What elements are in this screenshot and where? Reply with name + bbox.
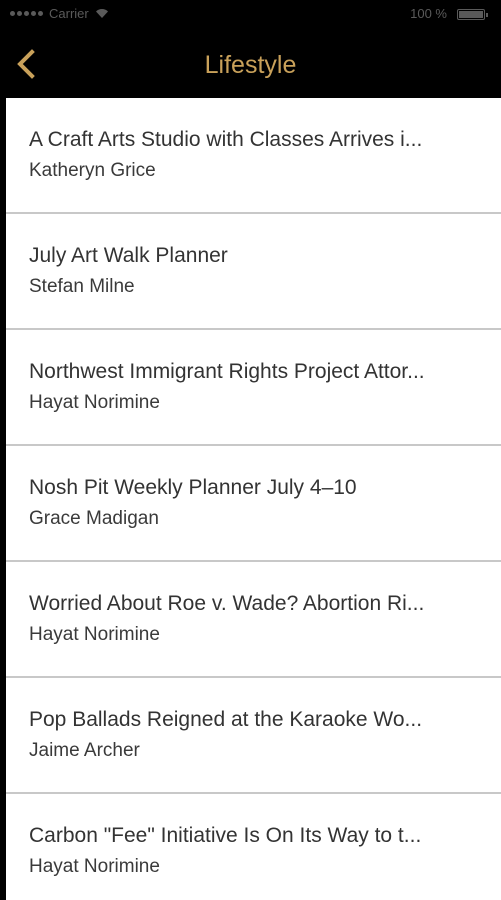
article-author: Grace Madigan bbox=[29, 508, 159, 529]
wifi-icon bbox=[95, 9, 108, 18]
article-title: Pop Ballads Reigned at the Karaoke Wo... bbox=[29, 708, 423, 731]
article-title: Carbon "Fee" Initiative Is On Its Way to… bbox=[29, 824, 422, 847]
article-list[interactable]: A Craft Arts Studio with Classes Arrives… bbox=[6, 98, 501, 900]
list-item[interactable]: Nosh Pit Weekly Planner July 4–10 Grace … bbox=[6, 446, 501, 562]
article-author: Katheryn Grice bbox=[29, 160, 156, 181]
list-item[interactable]: Carbon "Fee" Initiative Is On Its Way to… bbox=[6, 794, 501, 900]
list-item[interactable]: Worried About Roe v. Wade? Abortion Ri..… bbox=[6, 562, 501, 678]
list-item[interactable]: A Craft Arts Studio with Classes Arrives… bbox=[6, 98, 501, 214]
list-item[interactable]: July Art Walk Planner Stefan Milne bbox=[6, 214, 501, 330]
article-title: Nosh Pit Weekly Planner July 4–10 bbox=[29, 476, 357, 499]
article-title: Northwest Immigrant Rights Project Attor… bbox=[29, 360, 425, 383]
status-left: Carrier bbox=[10, 6, 109, 21]
article-title: July Art Walk Planner bbox=[29, 244, 228, 267]
article-author: Hayat Norimine bbox=[29, 624, 160, 645]
article-title: Worried About Roe v. Wade? Abortion Ri..… bbox=[29, 592, 425, 615]
article-author: Jaime Archer bbox=[29, 740, 140, 761]
article-author: Hayat Norimine bbox=[29, 856, 160, 877]
page-title: Lifestyle bbox=[204, 51, 297, 79]
battery-icon bbox=[457, 9, 488, 20]
article-author: Stefan Milne bbox=[29, 276, 135, 297]
article-title: A Craft Arts Studio with Classes Arrives… bbox=[29, 128, 423, 151]
carrier-label: Carrier bbox=[49, 6, 89, 21]
navigation-bar: Lifestyle bbox=[0, 30, 501, 98]
list-item[interactable]: Northwest Immigrant Rights Project Attor… bbox=[6, 330, 501, 446]
list-item[interactable]: Pop Ballads Reigned at the Karaoke Wo...… bbox=[6, 678, 501, 794]
article-author: Hayat Norimine bbox=[29, 392, 160, 413]
signal-strength-icon bbox=[10, 11, 43, 16]
status-bar: Carrier 100 % bbox=[0, 0, 501, 30]
battery-label: 100 % bbox=[410, 6, 447, 21]
